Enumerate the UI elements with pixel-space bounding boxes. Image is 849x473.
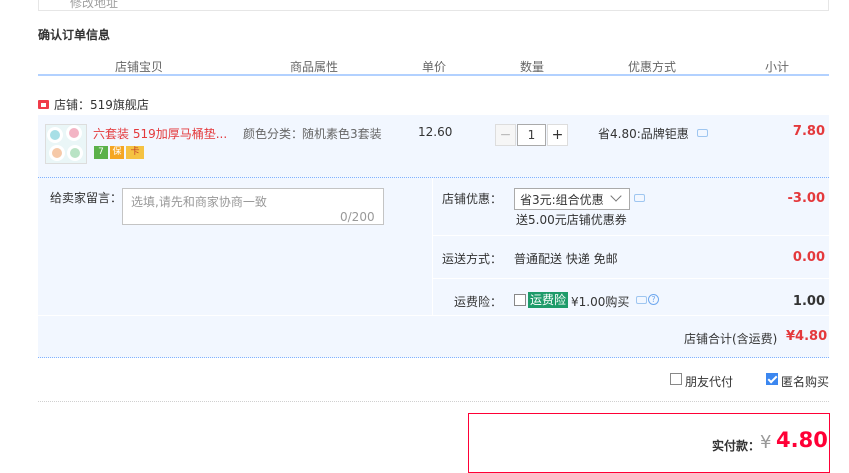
card-payment-icon[interactable]: 卡 (126, 146, 144, 159)
anonymous-label[interactable]: 匿名购买 (781, 373, 829, 390)
column-header-item: 店铺宝贝 (115, 60, 164, 74)
store-icon (38, 100, 49, 109)
payment-amount: 4.80 (776, 428, 828, 452)
shipping-label: 运送方式： (442, 252, 503, 266)
anonymous-checkbox[interactable] (766, 373, 778, 385)
store-total-label: 店铺合计(含运费) (684, 332, 778, 346)
divider (38, 401, 829, 402)
thumb-disc (47, 127, 63, 143)
insurance-amount: 1.00 (792, 294, 825, 309)
item-thumbnail[interactable] (45, 124, 87, 164)
char-counter: 0/200 (340, 210, 375, 224)
item-subtotal: 7.80 (792, 124, 825, 139)
section-title: 确认订单信息 (38, 28, 111, 42)
guarantee-icon[interactable]: 保 (110, 146, 124, 159)
thumb-disc (49, 145, 65, 161)
qty-input[interactable]: 1 (517, 124, 546, 146)
divider (38, 315, 829, 316)
insurance-label: 运费险： (454, 295, 503, 309)
payment-currency: ¥ (760, 432, 772, 453)
store-promo-amount: -3.00 (787, 191, 825, 206)
divider (433, 235, 829, 236)
store-total-amount: ¥4.80 (786, 329, 828, 344)
column-header-subtotal: 小计 (765, 60, 790, 74)
item-discount: 省4.80:品牌钜惠 (598, 127, 689, 141)
store-promo-label: 店铺优惠： (442, 192, 503, 206)
insurance-price: ¥1.00购买 (571, 295, 630, 309)
payment-label: 实付款： (712, 439, 761, 453)
table-header: 店铺宝贝 商品属性 单价 数量 优惠方式 小计 (38, 56, 829, 76)
item-attr-label: 颜色分类： (243, 127, 304, 141)
seller-message-label: 给卖家留言： (50, 191, 123, 205)
address-box-bottom (38, 0, 829, 11)
divider (433, 278, 829, 279)
shipping-amount: 0.00 (792, 250, 825, 265)
thumb-disc (67, 145, 83, 161)
seven-day-return-icon[interactable]: 7 (94, 146, 108, 159)
comment-icon[interactable] (634, 194, 645, 202)
insurance-checkbox[interactable] (514, 294, 526, 306)
panel-divider (432, 178, 433, 315)
store-promo-selected[interactable]: 省3元:组合优惠 (520, 191, 604, 208)
store-coupon-gift: 送5.00元店铺优惠券 (516, 213, 627, 227)
thumb-disc (66, 125, 82, 141)
item-title-link[interactable]: 六套装 519加厚马桶垫... (93, 125, 227, 142)
comment-icon[interactable] (636, 296, 647, 304)
seller-message-placeholder: 选填,请先和商家协商一致 (131, 195, 267, 209)
help-icon[interactable]: ? (648, 294, 659, 305)
qty-decrease-button[interactable]: − (495, 124, 516, 146)
insurance-tag: 运费险 (528, 292, 569, 308)
column-header-price: 单价 (422, 60, 447, 74)
edit-address-link[interactable]: 修改地址 (70, 0, 118, 11)
friend-pay-label[interactable]: 朋友代付 (685, 373, 733, 390)
item-attr-value: 随机素色3套装 (302, 127, 382, 141)
column-header-qty: 数量 (520, 60, 545, 74)
item-unit-price: 12.60 (418, 125, 453, 139)
friend-pay-checkbox[interactable] (670, 373, 682, 385)
column-header-attr: 商品属性 (290, 60, 339, 74)
comment-icon[interactable] (697, 129, 708, 137)
qty-increase-button[interactable]: + (547, 124, 568, 146)
column-header-discount: 优惠方式 (628, 60, 677, 74)
store-name[interactable]: 店铺：519旗舰店 (54, 96, 149, 113)
shipping-method: 普通配送 快递 免邮 (514, 252, 618, 266)
